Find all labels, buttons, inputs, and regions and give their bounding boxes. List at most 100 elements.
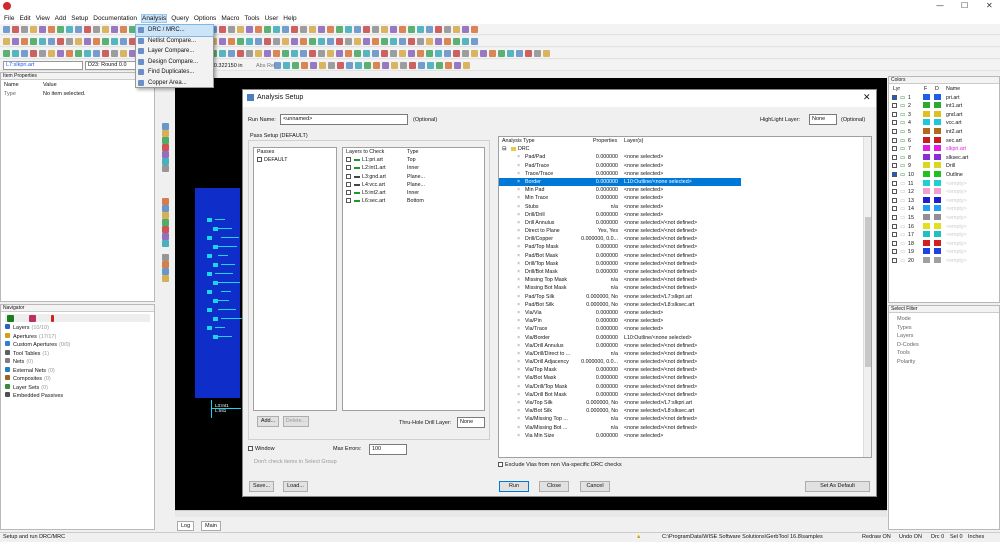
tab-log[interactable]: Log [177, 521, 195, 531]
toolbar-tool-icon[interactable] [309, 37, 316, 45]
layer-fill-swatch[interactable] [923, 127, 930, 134]
layer-visible-checkbox[interactable] [892, 249, 897, 255]
toolbar-tool-icon[interactable] [111, 49, 118, 57]
toolbar-tool-icon[interactable] [292, 61, 299, 69]
toolbar-tool-icon[interactable] [543, 49, 550, 57]
layer-fill-swatch[interactable] [923, 153, 930, 160]
thru-hole-select[interactable]: None [457, 417, 485, 428]
tool-strip-icon[interactable] [162, 144, 169, 151]
toolbar-tool-icon[interactable] [372, 49, 379, 57]
toolbar-tool-icon[interactable] [399, 49, 406, 57]
toolbar-tool-icon[interactable] [21, 37, 28, 45]
analysis-scrollbar[interactable] [863, 137, 871, 457]
analysis-row[interactable]: × Via/Via 0.000000 <none selected> [499, 309, 871, 317]
layer-draw-swatch[interactable] [934, 188, 941, 195]
toolbar-tool-icon[interactable] [48, 49, 55, 57]
toolbar-tool-icon[interactable] [516, 49, 523, 57]
layer-fill-swatch[interactable] [923, 162, 930, 169]
toolbar-tool-icon[interactable] [345, 37, 352, 45]
analysis-row[interactable]: × Pad/Pad 0.000000 <none selected> [499, 153, 871, 161]
toolbar-tool-icon[interactable] [336, 25, 343, 33]
layer-visible-checkbox[interactable] [892, 214, 897, 220]
color-layer-row[interactable]: ▭ 9 Drill [889, 162, 999, 171]
set-as-default-button[interactable]: Set As Default [805, 481, 870, 492]
toolbar-tool-icon[interactable] [84, 25, 91, 33]
layer-draw-swatch[interactable] [934, 145, 941, 152]
analysis-row[interactable]: × Drill/Copper 0.000000, 0.0... <none selec… [499, 235, 871, 243]
toolbar-tool-icon[interactable] [426, 49, 433, 57]
toolbar-tool-icon[interactable] [318, 37, 325, 45]
toolbar-tool-icon[interactable] [471, 37, 478, 45]
analysis-row[interactable]: × Drill/Top Mask 0.000000 <none selected>/<… [499, 260, 871, 268]
analysis-row[interactable]: × Trace/Trace 0.000000 <none selected> [499, 170, 871, 178]
color-layer-row[interactable]: ▭ 7 slkpri.art [889, 145, 999, 154]
layer-draw-swatch[interactable] [934, 231, 941, 238]
layer-visible-checkbox[interactable] [892, 163, 897, 169]
tool-strip-icon[interactable] [162, 275, 169, 282]
toolbar-tool-icon[interactable] [390, 49, 397, 57]
toolbar-tool-icon[interactable] [246, 49, 253, 57]
exclude-vias-checkbox[interactable]: Exclude Vias from non Via-specific DRC c… [498, 461, 622, 469]
toolbar-tool-icon[interactable] [309, 25, 316, 33]
tool-strip-icon[interactable] [162, 198, 169, 205]
toolbar-tool-icon[interactable] [310, 61, 317, 69]
menu-add[interactable]: Add [55, 15, 67, 22]
color-layer-row[interactable]: ▭ 3 gnd.art [889, 110, 999, 120]
navigator-item[interactable]: Apertures (17/17) [5, 332, 70, 342]
toolbar-tool-icon[interactable] [301, 61, 308, 69]
toolbar-tool-icon[interactable] [291, 37, 298, 45]
layer-draw-swatch[interactable] [934, 136, 941, 143]
menu-edit[interactable]: Edit [19, 15, 30, 22]
minimize-button[interactable]: — [936, 1, 944, 10]
color-layer-row[interactable]: ▭ 16 <empty> [889, 222, 999, 232]
toolbar-tool-icon[interactable] [372, 25, 379, 33]
layer-draw-swatch[interactable] [934, 119, 941, 126]
menu-tools[interactable]: Tools [244, 15, 259, 22]
menu-view[interactable]: View [36, 15, 50, 22]
layer-draw-swatch[interactable] [934, 248, 941, 255]
pass-checkbox[interactable] [257, 157, 262, 163]
toolbar-tool-icon[interactable] [400, 61, 407, 69]
layer-draw-swatch[interactable] [934, 239, 941, 246]
toolbar-tool-icon[interactable] [102, 37, 109, 45]
toolbar-tool-icon[interactable] [382, 61, 389, 69]
toolbar-tool-icon[interactable] [309, 49, 316, 57]
toolbar-tool-icon[interactable] [391, 61, 398, 69]
toolbar-tool-icon[interactable] [84, 49, 91, 57]
layer-visible-checkbox[interactable] [892, 103, 897, 109]
pass-item-default[interactable]: DEFAULT [254, 156, 336, 164]
analysis-row[interactable]: × Drill/Bot Mask 0.000000 <none selected>/<… [499, 268, 871, 276]
tool-strip-icon[interactable] [162, 268, 169, 275]
tool-strip-icon[interactable] [162, 212, 169, 219]
color-layer-row[interactable]: ▭ 10 Outline [889, 170, 999, 180]
toolbar-tool-icon[interactable] [111, 25, 118, 33]
analysis-row[interactable]: × Drill/Drill 0.000000 <none selected> [499, 211, 871, 219]
toolbar-tool-icon[interactable] [426, 25, 433, 33]
layer-draw-swatch[interactable] [934, 205, 941, 212]
layer-check-row[interactable]: L4:vcc.art Plane... [343, 181, 484, 189]
menu-options[interactable]: Options [194, 15, 216, 22]
toolbar-tool-icon[interactable] [21, 49, 28, 57]
analysis-row[interactable]: × Missing Bot Mask n/a <none selected>/<not… [499, 284, 871, 292]
layer-fill-swatch[interactable] [923, 248, 930, 255]
toolbar-tool-icon[interactable] [255, 37, 262, 45]
toolbar-tool-icon[interactable] [346, 61, 353, 69]
navigator-item[interactable]: Embedded Passives [5, 392, 70, 401]
toolbar-tool-icon[interactable] [436, 61, 443, 69]
add-pass-button[interactable]: Add... [257, 416, 279, 427]
analysis-row[interactable]: × Direct to Plane Yes, Yes <none selected>/… [499, 227, 871, 235]
layer-check-checkbox[interactable] [346, 198, 351, 204]
layer-visible-checkbox[interactable] [892, 240, 897, 246]
toolbar-tool-icon[interactable] [454, 61, 461, 69]
layer-visible-checkbox[interactable] [892, 257, 897, 263]
toolbar-tool-icon[interactable] [453, 49, 460, 57]
analysis-row[interactable]: × Via/Missing Bot ... n/a <none selected>/<… [499, 424, 871, 432]
toolbar-tool-icon[interactable] [228, 25, 235, 33]
tool-strip-icon[interactable] [162, 226, 169, 233]
exclude-vias-box[interactable] [498, 462, 503, 468]
save-button[interactable]: Save... [249, 481, 274, 492]
layer-check-checkbox[interactable] [346, 173, 351, 179]
select-filter-item[interactable]: Layers [897, 332, 919, 341]
toolbar-tool-icon[interactable] [319, 61, 326, 69]
select-filter-item[interactable]: Types [897, 324, 919, 333]
